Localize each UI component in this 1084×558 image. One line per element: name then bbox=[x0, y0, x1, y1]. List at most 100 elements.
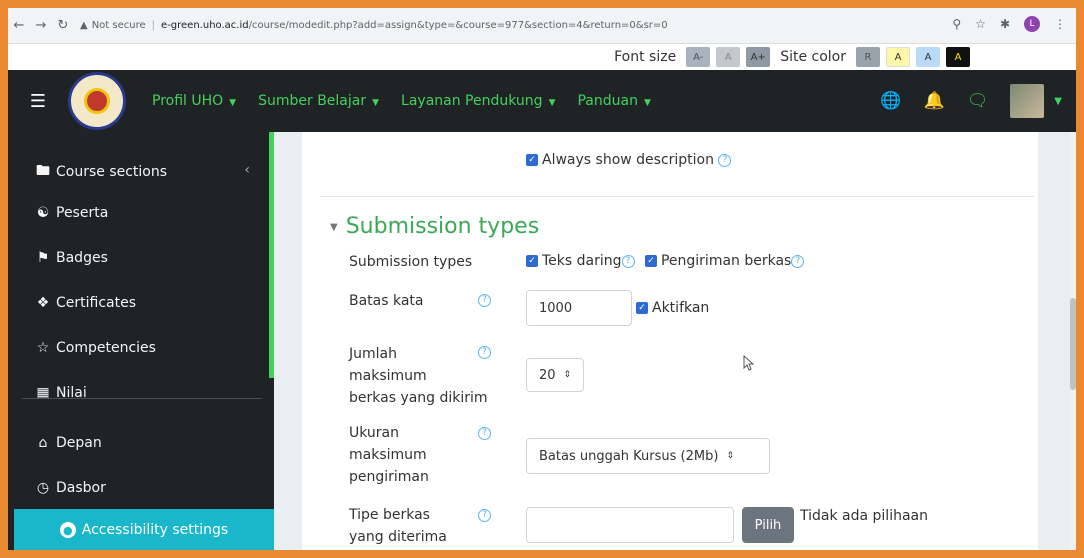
globe-icon[interactable]: 🌐 bbox=[880, 91, 901, 111]
aktifkan-checkbox[interactable]: ✓ bbox=[636, 302, 648, 314]
always-show-description-row[interactable]: ✓ Always show description ? bbox=[526, 152, 732, 168]
ukuran-select[interactable]: Batas unggah Kursus (2Mb) ⇕ bbox=[526, 438, 770, 474]
drawer-item-label: Badges bbox=[56, 250, 108, 266]
jumlah-label-line: Jumlah bbox=[349, 346, 397, 362]
accessibility-toolbar: Font size A- A A+ Site color R A A A bbox=[8, 44, 1076, 70]
user-avatar[interactable] bbox=[1010, 84, 1045, 118]
section-title: Submission types bbox=[345, 214, 540, 239]
jumlah-select[interactable]: 20 ⇕ bbox=[526, 358, 584, 392]
caret-down-icon: ▼ bbox=[372, 98, 380, 108]
teks-daring-checkbox[interactable]: ✓ bbox=[526, 255, 538, 267]
aktifkan-label: Aktifkan bbox=[652, 300, 710, 316]
notification-bell-icon[interactable]: 🔔 bbox=[924, 91, 945, 111]
drawer-item-depan[interactable]: ⌂ Depan bbox=[34, 435, 102, 451]
drawer-item-dasbor[interactable]: ◷ Dasbor bbox=[34, 480, 106, 496]
accessibility-icon: ● bbox=[59, 522, 76, 538]
menu-sumber-belajar[interactable]: Sumber Belajar ▼ bbox=[258, 93, 379, 109]
browser-toolbar: ← → ↻ ▲ Not secure | e-green.uho.ac.id /… bbox=[8, 8, 1076, 44]
accessibility-settings-label: Accessibility settings bbox=[81, 522, 229, 538]
caret-down-icon: ▼ bbox=[548, 98, 556, 108]
teks-daring-label: Teks daring bbox=[542, 253, 622, 269]
screen: ← → ↻ ▲ Not secure | e-green.uho.ac.id /… bbox=[8, 8, 1076, 550]
site-color-label: Site color bbox=[780, 49, 846, 65]
font-increase-button[interactable]: A+ bbox=[746, 47, 771, 67]
university-logo[interactable] bbox=[68, 72, 126, 130]
reload-icon[interactable]: ↻ bbox=[52, 18, 74, 33]
tipe-berkas-label: Tipe berkas yang diterima bbox=[349, 504, 447, 548]
jumlah-label-line: maksimum bbox=[349, 368, 427, 384]
drawer-item-peserta[interactable]: ☯ Peserta bbox=[34, 205, 109, 221]
hamburger-menu-icon[interactable]: ☰ bbox=[8, 91, 68, 112]
logo-emblem bbox=[84, 88, 110, 114]
drawer-item-certificates[interactable]: ❖ Certificates bbox=[34, 295, 136, 311]
accessibility-settings-button[interactable]: ● Accessibility settings bbox=[14, 509, 274, 550]
select-arrows-icon: ⇕ bbox=[563, 370, 572, 380]
color-black-button[interactable]: A bbox=[946, 47, 970, 67]
back-icon[interactable]: ← bbox=[8, 18, 30, 33]
ukuran-select-value: Batas unggah Kursus (2Mb) bbox=[539, 448, 719, 464]
menu-layanan-pendukung[interactable]: Layanan Pendukung ▼ bbox=[401, 93, 555, 109]
main-menu: Profil UHO ▼ Sumber Belajar ▼ Layanan Pend… bbox=[152, 93, 651, 109]
help-icon[interactable]: ? bbox=[478, 346, 491, 359]
help-icon[interactable]: ? bbox=[478, 509, 491, 522]
browser-menu-icon[interactable]: ⋮ bbox=[1054, 17, 1066, 31]
help-icon[interactable]: ? bbox=[478, 427, 491, 440]
certificate-icon: ❖ bbox=[36, 295, 50, 311]
forward-icon[interactable]: → bbox=[30, 18, 52, 33]
page-scrollbar-thumb[interactable] bbox=[1070, 298, 1076, 390]
menu-profil-uho[interactable]: Profil UHO ▼ bbox=[152, 93, 236, 109]
drawer-item-label: Depan bbox=[56, 435, 102, 451]
checkbox-checked-icon[interactable]: ✓ bbox=[526, 154, 538, 166]
batas-kata-input[interactable]: 1000 bbox=[526, 290, 632, 326]
user-menu-caret-icon[interactable]: ▼ bbox=[1054, 96, 1062, 107]
submission-types-label: Submission types bbox=[349, 254, 473, 270]
drawer-item-label: Competencies bbox=[56, 340, 156, 356]
select-arrows-icon: ⇕ bbox=[726, 451, 734, 461]
help-icon[interactable]: ? bbox=[791, 254, 805, 268]
aktifkan-row[interactable]: ✓ Aktifkan bbox=[636, 300, 709, 316]
drawer-item-badges[interactable]: ⚑ Badges bbox=[34, 250, 108, 266]
drawer-item-course-sections[interactable]: 🖿 Course sections bbox=[34, 160, 167, 184]
help-icon[interactable]: ? bbox=[621, 254, 635, 268]
pengiriman-berkas-checkbox[interactable]: ✓ bbox=[644, 255, 657, 267]
users-icon: ☯ bbox=[36, 205, 50, 221]
section-divider bbox=[320, 196, 1034, 197]
menu-label: Sumber Belajar bbox=[258, 93, 367, 109]
menu-panduan[interactable]: Panduan ▼ bbox=[577, 93, 650, 109]
extensions-icon[interactable]: ✱ bbox=[1000, 17, 1010, 31]
always-show-description-label: Always show description bbox=[542, 152, 714, 168]
color-yellow-button[interactable]: A bbox=[886, 47, 910, 67]
tipe-berkas-input[interactable] bbox=[526, 507, 734, 543]
drawer-item-label: Peserta bbox=[56, 205, 109, 221]
section-header-submission-types[interactable]: ▼ Submission types bbox=[330, 214, 539, 239]
ukuran-label-line: maksimum bbox=[349, 447, 427, 463]
pilih-button[interactable]: Pilih bbox=[742, 507, 794, 543]
drawer-item-competencies[interactable]: ☆ Competencies bbox=[34, 340, 156, 356]
help-icon[interactable]: ? bbox=[718, 153, 732, 167]
address-bar[interactable]: ▲ Not secure | e-green.uho.ac.id /course… bbox=[80, 13, 960, 38]
batas-kata-label: Batas kata bbox=[349, 293, 424, 309]
security-label: Not secure bbox=[91, 20, 146, 31]
tidak-ada-pilihan-text: Tidak ada pilihaan bbox=[800, 508, 928, 524]
warning-icon: ▲ bbox=[80, 20, 88, 31]
ukuran-label-line: Ukuran bbox=[349, 425, 400, 441]
font-decrease-button[interactable]: A- bbox=[686, 47, 711, 67]
help-icon[interactable]: ? bbox=[478, 294, 491, 307]
color-blue-button[interactable]: A bbox=[916, 47, 940, 67]
url-path: /course/modedit.php?add=assign&type=&cou… bbox=[248, 20, 668, 31]
browser-actions: ⚲ ☆ ✱ L ⋮ bbox=[952, 16, 1066, 32]
font-reset-button[interactable]: A bbox=[716, 47, 741, 67]
url-host: e-green.uho.ac.id bbox=[161, 20, 249, 31]
profile-avatar[interactable]: L bbox=[1024, 16, 1040, 32]
message-bubble-icon[interactable]: 🗨 bbox=[967, 91, 989, 111]
tipe-label-line: yang diterima bbox=[349, 529, 447, 545]
chevron-left-icon[interactable]: ‹ bbox=[244, 162, 250, 178]
menu-label: Profil UHO bbox=[152, 93, 224, 109]
menu-label: Layanan Pendukung bbox=[401, 93, 543, 109]
color-reset-button[interactable]: R bbox=[856, 47, 880, 67]
jumlah-label: Jumlah maksimum berkas yang dikirim bbox=[349, 343, 488, 409]
ukuran-label: Ukuran maksimum pengiriman bbox=[349, 422, 429, 488]
mouse-cursor-icon bbox=[743, 355, 755, 371]
zoom-icon[interactable]: ⚲ bbox=[952, 17, 961, 31]
bookmark-star-icon[interactable]: ☆ bbox=[975, 17, 986, 31]
